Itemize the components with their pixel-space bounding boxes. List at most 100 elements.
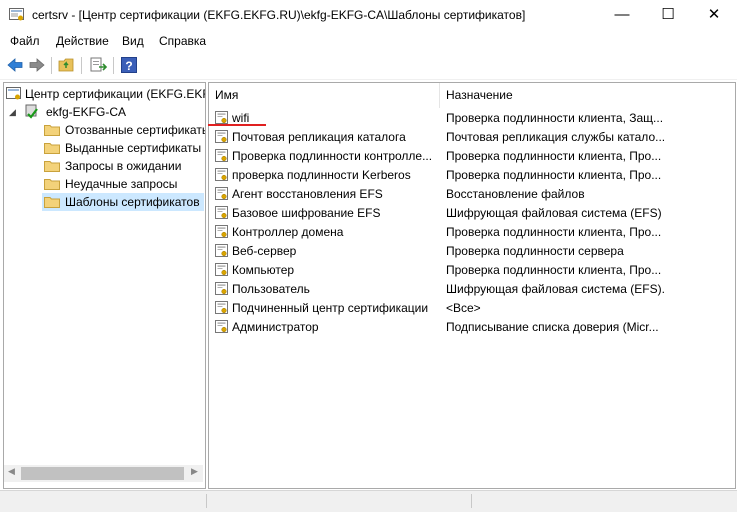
folder-icon <box>44 197 60 208</box>
template-name: проверка подлинности Kerberos <box>232 168 411 182</box>
menu-bar: Файл Действие Вид Справка <box>0 31 737 51</box>
list-item[interactable]: Пользователь Шифрующая файловая система (… <box>209 280 735 299</box>
template-purpose: <Все> <box>446 301 481 315</box>
template-name: Компьютер <box>232 263 295 277</box>
template-name: Веб-сервер <box>232 244 297 258</box>
certsrv-app-icon <box>6 87 21 100</box>
annotation-underline <box>208 124 266 126</box>
list-item[interactable]: wifi Проверка подлинности клиента, Защ... <box>209 109 735 128</box>
folder-icon <box>44 125 60 136</box>
certificate-template-icon <box>215 130 228 143</box>
certificate-template-icon <box>215 168 228 181</box>
maximize-button[interactable]: ☐ <box>645 0 691 30</box>
menu-view[interactable]: Вид <box>122 34 144 48</box>
list-item[interactable]: Администратор Подписывание списка доверия… <box>209 318 735 337</box>
template-name: Контроллер домена <box>232 225 344 239</box>
horizontal-scrollbar[interactable]: ◀ ▶ <box>4 465 203 482</box>
column-header-name[interactable]: Имя <box>209 83 440 108</box>
tree-folder-revoked[interactable]: Отозванные сертификаты <box>42 121 206 139</box>
template-purpose: Восстановление файлов <box>446 187 585 201</box>
close-button[interactable]: ✕ <box>691 0 737 30</box>
certificate-template-icon <box>215 149 228 162</box>
scroll-right-icon[interactable]: ▶ <box>191 466 198 477</box>
template-purpose: Проверка подлинности клиента, Защ... <box>446 111 664 125</box>
folder-icon <box>44 143 60 154</box>
template-purpose: Проверка подлинности сервера <box>446 244 624 258</box>
tree-folder-label: Шаблоны сертификатов <box>65 195 200 209</box>
certificate-template-icon <box>215 111 228 124</box>
list-item[interactable]: Агент восстановления EFS Восстановление ф… <box>209 185 735 204</box>
ca-server-icon <box>25 104 38 119</box>
tree-folder-label: Неудачные запросы <box>65 177 178 191</box>
up-folder-icon[interactable] <box>57 55 77 75</box>
template-name: Базовое шифрование EFS <box>232 206 381 220</box>
certificate-template-icon <box>215 320 228 333</box>
template-name: Проверка подлинности контролле... <box>232 149 433 163</box>
forward-icon[interactable] <box>27 55 47 75</box>
back-icon[interactable] <box>5 55 25 75</box>
template-purpose: Подписывание списка доверия (Micr... <box>446 320 659 334</box>
svg-text:?: ? <box>125 59 132 73</box>
status-bar <box>0 490 737 512</box>
certificate-template-icon <box>215 225 228 238</box>
template-name: Администратор <box>232 320 319 334</box>
certificate-template-icon <box>215 187 228 200</box>
toolbar-separator <box>51 57 52 74</box>
title-bar: certsrv - [Центр сертификации (EKFG.EKFG… <box>0 0 737 30</box>
export-list-icon[interactable] <box>88 55 108 75</box>
tree-folder-templates[interactable]: Шаблоны сертификатов <box>42 193 205 211</box>
menu-action[interactable]: Действие <box>56 34 109 48</box>
console-tree: Центр сертификации (EKFG.EKFG.RU) ◢ ekfg… <box>3 82 206 489</box>
tree-folder-pending[interactable]: Запросы в ожидании <box>42 157 205 175</box>
scrollbar-thumb[interactable] <box>21 467 184 480</box>
scroll-left-icon[interactable]: ◀ <box>8 466 15 477</box>
tree-folder-label: Выданные сертификаты <box>65 141 202 155</box>
toolbar-separator <box>81 57 82 74</box>
status-divider <box>205 494 207 508</box>
certificate-template-icon <box>215 206 228 219</box>
toolbar: ? <box>0 52 737 80</box>
template-name: Почтовая репликация каталога <box>232 130 406 144</box>
tree-root[interactable]: Центр сертификации (EKFG.EKFG.RU) <box>6 85 205 103</box>
list-item[interactable]: проверка подлинности Kerberos Проверка по… <box>209 166 735 185</box>
folder-icon <box>44 179 60 190</box>
list-item[interactable]: Проверка подлинности контролле... Проверк… <box>209 147 735 166</box>
template-purpose: Шифрующая файловая система (EFS) <box>446 206 662 220</box>
chevron-down-icon[interactable]: ◢ <box>9 103 16 121</box>
template-purpose: Проверка подлинности клиента, Про... <box>446 149 662 163</box>
list-item[interactable]: Контроллер домена Проверка подлинности кл… <box>209 223 735 242</box>
certificate-template-icon <box>215 263 228 276</box>
template-purpose: Проверка подлинности клиента, Про... <box>446 168 662 182</box>
tree-ca-label: ekfg-EKFG-CA <box>46 105 127 119</box>
menu-help[interactable]: Справка <box>159 34 206 48</box>
tree-folder-issued[interactable]: Выданные сертификаты <box>42 139 205 157</box>
template-purpose: Проверка подлинности клиента, Про... <box>446 263 662 277</box>
list-item[interactable]: Почтовая репликация каталога Почтовая реп… <box>209 128 735 147</box>
tree-folder-label: Отозванные сертификаты <box>65 123 206 137</box>
template-purpose: Почтовая репликация службы катало... <box>446 130 666 144</box>
template-purpose: Проверка подлинности клиента, Про... <box>446 225 662 239</box>
template-name: Пользователь <box>232 282 310 296</box>
certsrv-app-icon <box>9 8 24 21</box>
list-item[interactable]: Базовое шифрование EFS Шифрующая файловая… <box>209 204 735 223</box>
tree-folder-label: Запросы в ожидании <box>65 159 182 173</box>
status-divider <box>470 494 472 508</box>
certificate-template-icon <box>215 282 228 295</box>
help-icon[interactable]: ? <box>119 55 139 75</box>
list-item[interactable]: Компьютер Проверка подлинности клиента, П… <box>209 261 735 280</box>
certificate-template-icon <box>215 301 228 314</box>
column-header-purpose[interactable]: Назначение <box>440 83 735 108</box>
minimize-button[interactable]: — <box>599 0 645 30</box>
tree-root-label: Центр сертификации (EKFG.EKFG.RU) <box>25 87 205 101</box>
template-name: Агент восстановления EFS <box>232 187 383 201</box>
folder-icon <box>44 161 60 172</box>
menu-file[interactable]: Файл <box>10 34 40 48</box>
toolbar-separator <box>113 57 114 74</box>
results-list: Имя Назначение wifi Проверка подлинности … <box>208 82 736 489</box>
tree-ca-node[interactable]: ◢ ekfg-EKFG-CA <box>6 103 205 121</box>
tree-folder-failed[interactable]: Неудачные запросы <box>42 175 205 193</box>
list-item[interactable]: Веб-сервер Проверка подлинности сервера <box>209 242 735 261</box>
certificate-template-icon <box>215 244 228 257</box>
list-item[interactable]: Подчиненный центр сертификации <Все> <box>209 299 735 318</box>
template-name: Подчиненный центр сертификации <box>232 301 429 315</box>
